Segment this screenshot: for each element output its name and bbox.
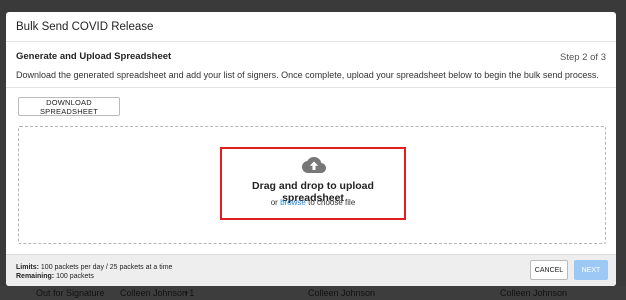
dropzone-subtext: or browse to choose file	[222, 198, 404, 207]
modal-header: Bulk Send COVID Release	[6, 12, 616, 42]
dropzone-suffix: to choose file	[308, 198, 356, 207]
background-name: Colleen Johnson	[120, 288, 188, 298]
dropzone-prefix: or	[270, 198, 278, 207]
modal-footer: Limits: 100 packets per day / 25 packets…	[6, 254, 616, 286]
background-name: Colleen Johnson	[500, 288, 568, 298]
browse-link[interactable]: browse	[280, 198, 306, 207]
cancel-button[interactable]: CANCEL	[530, 260, 568, 280]
limits-info: Limits: 100 packets per day / 25 packets…	[16, 263, 172, 281]
remaining-value: 100 packets	[56, 273, 94, 280]
background-badge: +1	[184, 288, 195, 298]
background-status: Out for Signature	[36, 288, 105, 298]
remaining-label: Remaining:	[16, 273, 55, 280]
next-button[interactable]: NEXT	[574, 260, 608, 280]
background-table-row: Out for Signature Colleen Johnson +1 Col…	[0, 286, 626, 300]
background-name: Colleen Johnson	[308, 288, 376, 298]
step-section: Generate and Upload Spreadsheet Step 2 o…	[6, 42, 616, 88]
limits-value: 100 packets per day / 25 packets at a ti…	[40, 264, 173, 271]
step-heading: Generate and Upload Spreadsheet	[16, 51, 172, 62]
limits-label: Limits:	[16, 264, 39, 271]
bulk-send-modal: Bulk Send COVID Release Generate and Upl…	[6, 12, 616, 286]
step-counter: Step 2 of 3	[560, 52, 606, 63]
step-description: Download the generated spreadsheet and a…	[16, 70, 599, 80]
modal-title: Bulk Send COVID Release	[16, 20, 154, 33]
upload-dropzone[interactable]: Drag and drop to upload spreadsheet or b…	[18, 126, 606, 244]
cloud-upload-icon	[302, 157, 326, 173]
dropzone-highlight-box: Drag and drop to upload spreadsheet or b…	[220, 147, 406, 220]
download-spreadsheet-button[interactable]: DOWNLOAD SPREADSHEET	[18, 97, 120, 116]
